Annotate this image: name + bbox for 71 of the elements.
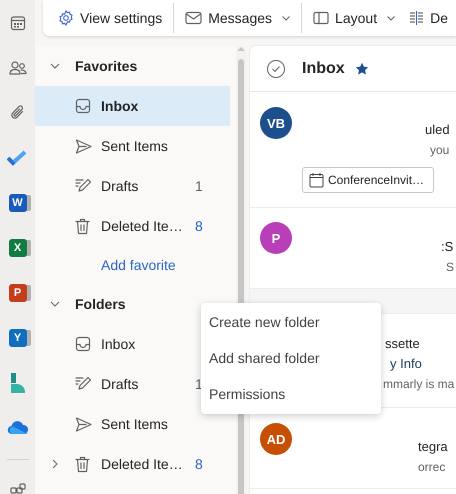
trash-icon xyxy=(75,218,90,234)
pencil-icon xyxy=(75,178,92,194)
chevron-icon[interactable] xyxy=(50,299,60,309)
section-title[interactable]: Folders xyxy=(75,296,126,312)
apps-icon[interactable] xyxy=(10,482,26,494)
toolbar-button[interactable]: Messages xyxy=(178,3,302,33)
folder-name: Deleted Ite… xyxy=(101,218,184,234)
density-icon xyxy=(409,11,424,25)
folder-name: Drafts xyxy=(101,178,140,194)
letter-tile-icon[interactable]: P xyxy=(8,284,26,302)
preview-text: S xyxy=(446,259,454,276)
calendar-icon xyxy=(309,172,324,188)
menu-item[interactable]: Add shared folder xyxy=(201,340,381,376)
toolbar-button[interactable]: De xyxy=(402,3,455,33)
preview-text: orrec xyxy=(418,459,446,476)
folder-name: Inbox xyxy=(101,336,136,352)
settings-icon xyxy=(58,10,74,26)
layout-icon xyxy=(313,11,330,25)
folder-name: Sent Items xyxy=(101,138,169,154)
star-icon[interactable] xyxy=(354,62,369,76)
inbox-icon xyxy=(75,336,91,352)
preview-text: mmarly is ma xyxy=(383,376,454,393)
cloud-icon[interactable] xyxy=(6,420,28,435)
bookings-icon[interactable] xyxy=(10,372,26,392)
add-favorite-link[interactable]: Add favorite xyxy=(101,257,176,273)
trash-icon xyxy=(75,456,90,472)
envelope-icon xyxy=(185,11,202,25)
subject-text: y Info xyxy=(390,355,422,373)
folder-item[interactable]: Inbox xyxy=(35,86,230,126)
folder-name: Sent Items xyxy=(101,416,169,432)
folder-item[interactable]: Sent Items xyxy=(35,126,230,166)
folder-name: Inbox xyxy=(101,98,140,114)
avatar: VB xyxy=(260,107,292,139)
folder-name: Drafts xyxy=(101,376,140,392)
paperclip-icon[interactable] xyxy=(10,104,26,121)
pencil-icon xyxy=(75,376,92,392)
unread-count: 1 xyxy=(195,376,204,392)
letter-tile-icon[interactable]: W xyxy=(8,194,26,212)
send-icon xyxy=(75,138,92,154)
subject-text: tegra xyxy=(418,438,448,456)
toolbar-button[interactable]: Layout xyxy=(306,3,402,33)
folder-item[interactable]: Drafts 1 xyxy=(35,166,230,206)
subject-text: :S xyxy=(441,238,454,256)
avatar: AD xyxy=(260,423,292,455)
unread-count: 1 xyxy=(195,178,204,194)
send-icon xyxy=(75,416,92,432)
avatar: P xyxy=(260,222,292,254)
folder-title: Inbox xyxy=(302,60,345,78)
folder-name: Deleted Ite… xyxy=(101,456,184,472)
unread-count: 8 xyxy=(195,456,204,472)
unread-count: 8 xyxy=(195,218,204,234)
toolbar-button[interactable]: View settings xyxy=(51,3,174,33)
chevron-icon[interactable] xyxy=(50,459,60,469)
subject-text: uled xyxy=(425,121,450,139)
select-all-icon[interactable] xyxy=(266,58,286,78)
inbox-icon xyxy=(75,98,91,114)
letter-tile-icon[interactable]: Y xyxy=(8,328,26,346)
chevron-icon[interactable] xyxy=(50,61,60,71)
people-icon[interactable] xyxy=(8,60,26,76)
caret-icon xyxy=(387,16,396,20)
sender-name: ssette xyxy=(385,335,420,353)
attachment-chip[interactable]: ConferenceInvit… xyxy=(302,167,434,193)
folder-item[interactable]: Deleted Ite… 8 xyxy=(35,206,230,246)
calendar-icon[interactable] xyxy=(10,14,26,30)
section-title[interactable]: Favorites xyxy=(75,58,138,74)
folder-item[interactable]: Deleted Ite… 8 xyxy=(35,444,230,484)
double-check-icon[interactable] xyxy=(6,150,28,166)
preview-text: you xyxy=(430,142,450,159)
caret-icon xyxy=(282,16,290,20)
menu-item[interactable]: Create new folder xyxy=(201,304,381,340)
letter-tile-icon[interactable]: X xyxy=(8,238,26,256)
